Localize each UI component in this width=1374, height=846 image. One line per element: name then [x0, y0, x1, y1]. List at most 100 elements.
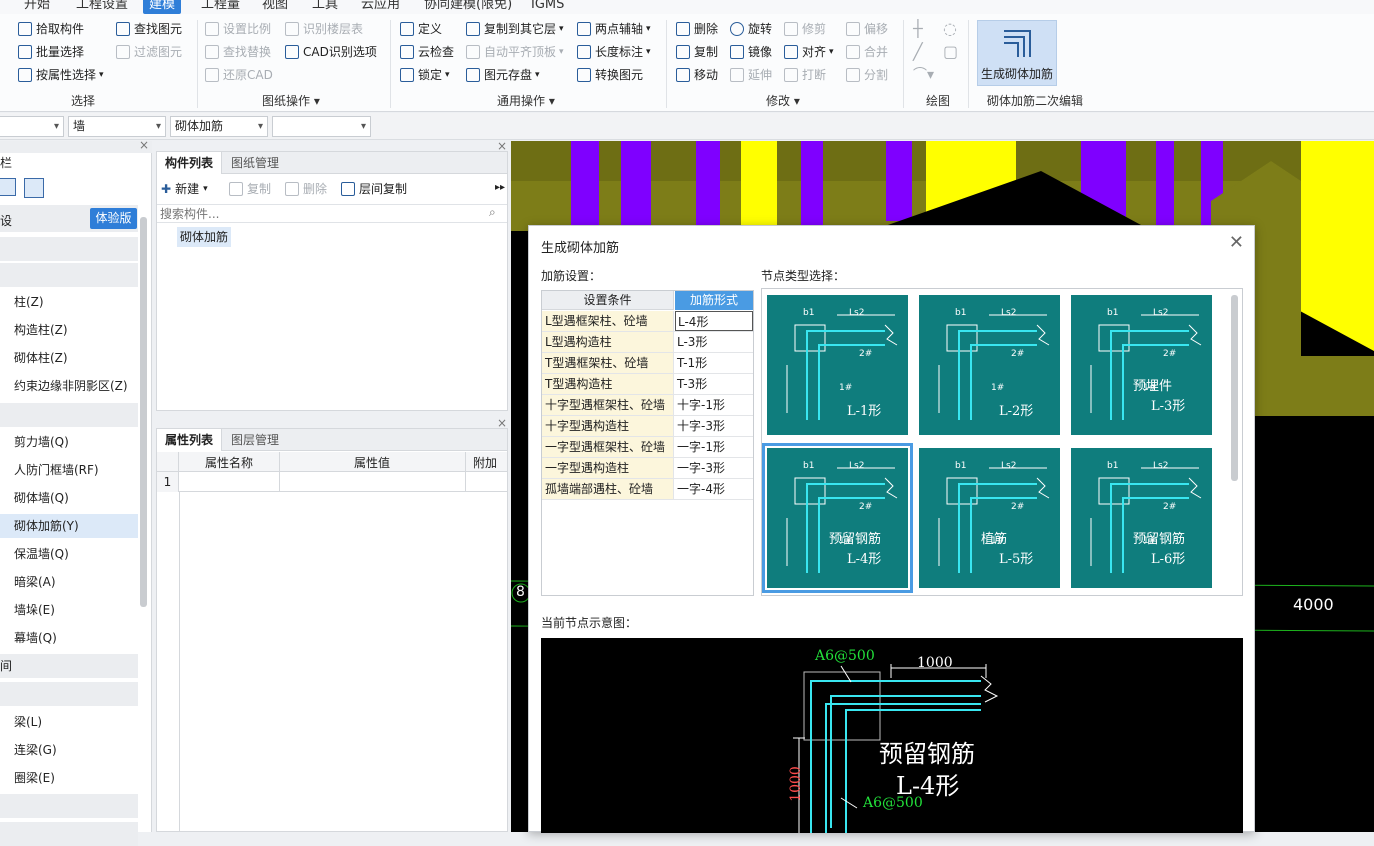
nav-scrollbar[interactable]	[140, 217, 147, 607]
rebar-form-cell[interactable]: 十字-1形	[675, 395, 753, 415]
nav-item-curtain-wall[interactable]: 幕墙(Q)	[0, 626, 138, 650]
arc-draw-button[interactable]: ⌒▾	[913, 65, 934, 85]
merge-button[interactable]: 合并	[846, 42, 888, 62]
copy-component-button[interactable]: 复制	[229, 179, 271, 199]
component-item[interactable]: 砌体加筋	[177, 227, 232, 247]
table-row[interactable]: L型遇框架柱、砼墙 L-4形	[542, 311, 753, 332]
table-row[interactable]: T型遇框架柱、砼墙 T-1形	[542, 353, 753, 374]
tab-drawing-management[interactable]: 图纸管理	[223, 152, 287, 174]
new-component-button[interactable]: ✚ 新建 ▾	[161, 179, 208, 199]
save-elements-button[interactable]: 图元存盘 ▾	[466, 65, 540, 85]
rebar-form-cell[interactable]: T-3形	[675, 374, 753, 394]
node-option[interactable]: b1 Ls2 2# 1# 预埋件 L-3形	[1071, 295, 1212, 435]
nav-group-row[interactable]	[0, 682, 138, 706]
menu-project-settings[interactable]: 工程设置	[70, 0, 134, 14]
restore-cad-button[interactable]: 还原CAD	[205, 65, 273, 85]
node-scrollbar[interactable]	[1231, 295, 1238, 481]
rebar-form-cell[interactable]: 一字-1形	[675, 437, 753, 457]
table-row[interactable]: 一字型遇构造柱 一字-3形	[542, 458, 753, 479]
nav-item-civil-defense-wall[interactable]: 人防门框墙(RF)	[0, 458, 138, 482]
define-button[interactable]: 定义	[400, 19, 442, 39]
menu-igms[interactable]: IGMS	[525, 0, 570, 14]
nav-item-masonry-rebar[interactable]: 砌体加筋(Y)	[0, 514, 138, 538]
find-element-button[interactable]: 查找图元	[116, 19, 182, 39]
select-by-attr-button[interactable]: 按属性选择 ▾	[18, 65, 104, 85]
move-button[interactable]: 移动	[676, 65, 718, 85]
delete-component-button[interactable]: 删除	[285, 179, 327, 199]
nav-group-row[interactable]	[0, 403, 138, 427]
nav-item-construct-column[interactable]: 构造柱(Z)	[0, 318, 138, 342]
delete-button[interactable]: 删除	[676, 19, 718, 39]
close-icon[interactable]: ×	[139, 138, 149, 152]
tab-component-list[interactable]: 构件列表	[157, 152, 223, 174]
generate-masonry-rebar-button[interactable]: 生成砌体加筋	[977, 20, 1057, 86]
circle-draw-button[interactable]: ◌	[943, 19, 957, 39]
auto-flat-button[interactable]: 自动平齐顶板 ▾	[466, 42, 564, 62]
rebar-form-cell[interactable]: L-4形	[675, 311, 753, 331]
nav-item-masonry-wall[interactable]: 砌体墙(Q)	[0, 486, 138, 510]
component-select[interactable]	[272, 116, 371, 137]
table-row[interactable]: 孤墙端部遇柱、砼墙 一字-4形	[542, 479, 753, 500]
nav-item-masonry-column[interactable]: 砌体柱(Z)	[0, 346, 138, 370]
two-point-axis-button[interactable]: 两点辅轴 ▾	[577, 19, 651, 39]
cloud-check-button[interactable]: 云检查	[400, 42, 454, 62]
mirror-button[interactable]: 镜像	[730, 42, 772, 62]
component-search-input[interactable]	[157, 204, 507, 223]
set-scale-button[interactable]: 设置比例	[205, 19, 271, 39]
node-option[interactable]: b1 Ls2 2# 1# 预留钢筋 L-6形	[1071, 448, 1212, 588]
floor-select[interactable]	[0, 116, 64, 137]
break-button[interactable]: 打断	[784, 65, 826, 85]
lock-button[interactable]: 锁定 ▾	[400, 65, 450, 85]
category-select[interactable]: 墙	[68, 116, 166, 137]
list-view-icon[interactable]	[24, 178, 44, 198]
menu-tools[interactable]: 工具	[306, 0, 344, 14]
split-button[interactable]: 分割	[846, 65, 888, 85]
nav-item-column[interactable]: 柱(Z)	[0, 290, 138, 314]
node-option[interactable]: b1 Ls2 2# 1# L-1形	[767, 295, 908, 435]
modify-group-label[interactable]: 修改 ▾	[766, 92, 800, 109]
nav-group-row[interactable]	[0, 794, 138, 818]
drawing-ops-group-label[interactable]: 图纸操作 ▾	[262, 92, 320, 109]
identify-floor-button[interactable]: 识别楼层表	[285, 19, 363, 39]
nav-item-insulation-wall[interactable]: 保温墙(Q)	[0, 542, 138, 566]
offset-button[interactable]: 偏移	[846, 19, 888, 39]
table-row[interactable]: 十字型遇构造柱 十字-3形	[542, 416, 753, 437]
nav-group-row[interactable]	[0, 237, 138, 261]
more-icon[interactable]: ▸▸	[495, 182, 505, 193]
align-button[interactable]: 对齐 ▾	[784, 42, 834, 62]
node-option[interactable]: b1 Ls2 2# 1# L-2形	[919, 295, 1060, 435]
nav-group-row[interactable]	[0, 822, 138, 846]
tab-property-list[interactable]: 属性列表	[157, 429, 223, 451]
cad-options-button[interactable]: CAD识别选项	[285, 42, 377, 62]
line-draw-button[interactable]: ╱	[913, 42, 923, 62]
copy-button[interactable]: 复制	[676, 42, 718, 62]
rebar-form-cell[interactable]: L-3形	[675, 332, 753, 352]
rect-draw-button[interactable]: ▢	[943, 42, 958, 62]
menu-quantity[interactable]: 工程量	[195, 0, 246, 14]
floor-copy-button[interactable]: 层间复制	[341, 179, 407, 199]
table-row[interactable]: L型遇构造柱 L-3形	[542, 332, 753, 353]
tree-view-icon[interactable]	[0, 178, 16, 196]
length-mark-button[interactable]: 长度标注 ▾	[577, 42, 651, 62]
menu-collab[interactable]: 协同建模(限免)	[418, 0, 518, 14]
menu-start[interactable]: 开始	[18, 0, 56, 14]
trim-button[interactable]: 修剪	[784, 19, 826, 39]
nav-item-edge-zone[interactable]: 约束边缘非阴影区(Z)	[0, 374, 138, 398]
nav-group-row[interactable]	[0, 263, 138, 287]
component-type-select[interactable]: 砌体加筋	[170, 116, 268, 137]
extend-button[interactable]: 延伸	[730, 65, 772, 85]
menu-view[interactable]: 视图	[256, 0, 294, 14]
table-row[interactable]: 一字型遇框架柱、砼墙 一字-1形	[542, 437, 753, 458]
table-row[interactable]: T型遇构造柱 T-3形	[542, 374, 753, 395]
pick-component-button[interactable]: 拾取构件	[18, 19, 84, 39]
close-icon[interactable]: ×	[497, 139, 507, 153]
node-option[interactable]: b1 Ls2 2# 1# 植筋 L-5形	[919, 448, 1060, 588]
nav-item-ring-beam[interactable]: 圈梁(E)	[0, 766, 138, 790]
convert-element-button[interactable]: 转换图元	[577, 65, 643, 85]
tab-layer-management[interactable]: 图层管理	[223, 429, 287, 451]
search-icon[interactable]: ⌕	[489, 205, 496, 220]
rebar-form-cell[interactable]: T-1形	[675, 353, 753, 373]
batch-select-button[interactable]: 批量选择	[18, 42, 84, 62]
menu-cloud[interactable]: 云应用	[355, 0, 406, 14]
nav-item-hidden-beam[interactable]: 暗梁(A)	[0, 570, 138, 594]
